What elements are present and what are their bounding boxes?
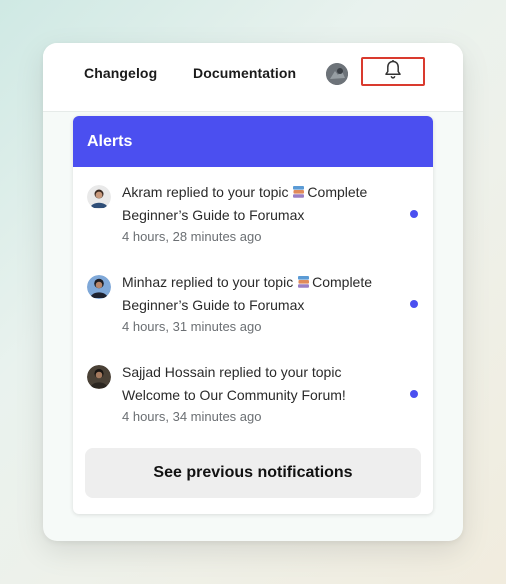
notification-text: Akram replied to your topic Complete Beg… xyxy=(122,181,390,226)
books-icon xyxy=(292,183,305,198)
topic-title-start: Complete xyxy=(307,184,368,200)
notification-time: 4 hours, 28 minutes ago xyxy=(122,229,262,244)
topic-title-rest: Beginner’s Guide to Forumax xyxy=(122,296,305,313)
bell-icon xyxy=(383,59,403,85)
unread-dot xyxy=(410,300,418,308)
notification-item[interactable]: Minhaz replied to your topic Complete Be… xyxy=(73,271,433,351)
notification-text: Minhaz replied to your topic Complete Be… xyxy=(122,271,390,316)
unread-dot xyxy=(410,210,418,218)
topic-title-start: Complete xyxy=(312,274,373,290)
notification-time: 4 hours, 31 minutes ago xyxy=(122,319,262,334)
notification-item[interactable]: Akram replied to your topic Complete Beg… xyxy=(73,181,433,261)
notification-time: 4 hours, 34 minutes ago xyxy=(122,409,262,424)
avatar xyxy=(87,185,111,209)
top-navigation: Changelog Documentation xyxy=(43,43,463,112)
avatar xyxy=(87,365,111,389)
unread-dot xyxy=(410,390,418,398)
see-previous-notifications-button[interactable]: See previous notifications xyxy=(85,448,421,498)
topic-title-rest: Beginner’s Guide to Forumax xyxy=(122,206,305,223)
nav-changelog-link[interactable]: Changelog xyxy=(84,65,157,81)
notification-message: Minhaz replied to your topic xyxy=(122,274,294,290)
app-window: Changelog Documentation Alerts Akram rep… xyxy=(43,43,463,541)
books-icon xyxy=(297,273,310,288)
notification-text: Sajjad Hossain replied to your topic Wel… xyxy=(122,361,390,406)
notification-message: Akram replied to your topic xyxy=(122,184,289,200)
user-avatar[interactable] xyxy=(326,63,348,85)
notification-item[interactable]: Sajjad Hossain replied to your topic Wel… xyxy=(73,361,433,441)
notification-message: Sajjad Hossain replied to your topic xyxy=(122,364,342,380)
avatar xyxy=(87,275,111,299)
topic-title: Welcome to Our Community Forum! xyxy=(122,386,346,403)
nav-documentation-link[interactable]: Documentation xyxy=(193,65,296,81)
notifications-bell-button[interactable] xyxy=(361,57,425,86)
alerts-title: Alerts xyxy=(73,116,433,167)
alerts-dropdown: Alerts Akram replied to your topic Compl… xyxy=(73,116,433,514)
